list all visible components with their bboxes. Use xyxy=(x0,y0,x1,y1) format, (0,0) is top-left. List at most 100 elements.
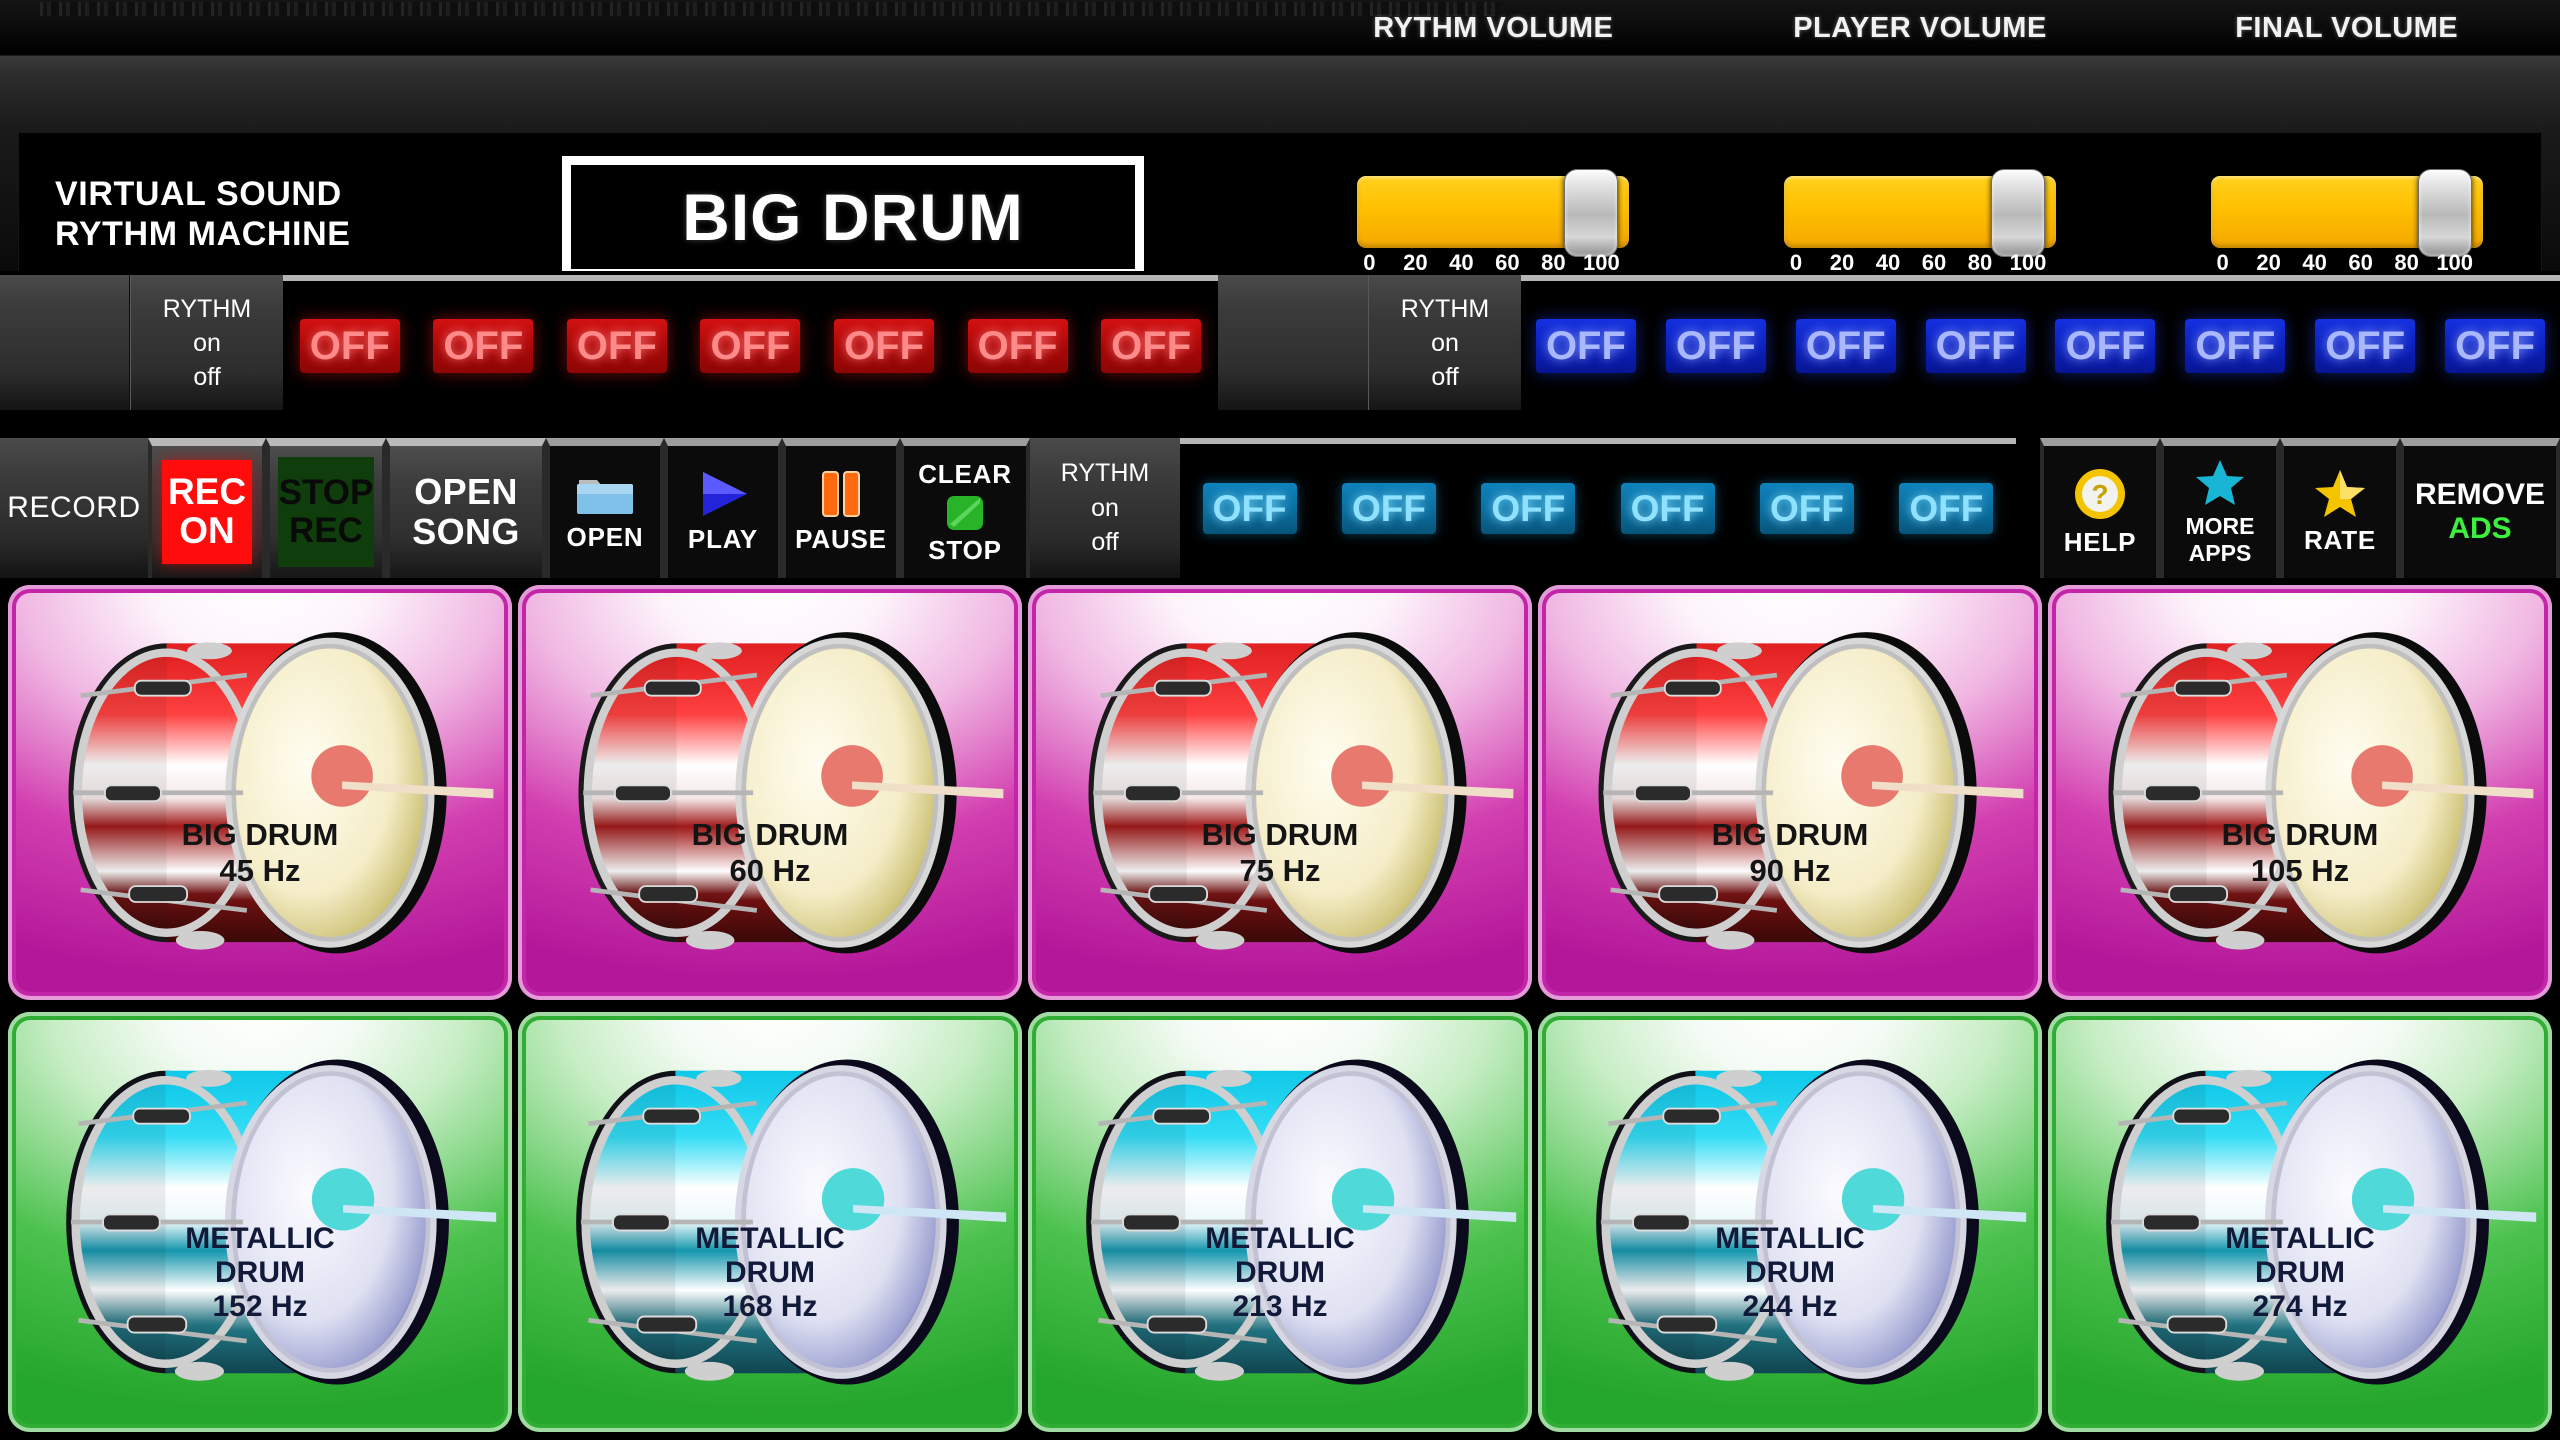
play-button[interactable]: PLAY xyxy=(664,438,782,578)
rythm-step-red-1[interactable]: OFF xyxy=(299,318,400,373)
final-volume-track[interactable] xyxy=(2210,169,2483,257)
step-cyan-5[interactable]: OFF xyxy=(1759,483,1854,534)
rate-button[interactable]: RATE xyxy=(2280,438,2400,578)
rythm-toggle-control-on: on xyxy=(1091,493,1119,522)
star-gold-icon xyxy=(2313,468,2367,520)
record-label-cell: RECORD xyxy=(0,438,148,578)
pad-big-drum-4[interactable]: BIG DRUM 90 Hz xyxy=(1538,585,2042,1000)
rythm-toggle-right-on: on xyxy=(1431,328,1459,357)
rythm-toggle-left-on: on xyxy=(193,328,221,357)
header-band: VIRTUAL SOUND RYTHM MACHINE BIG DRUM 0 2… xyxy=(0,56,2560,302)
rythm-step-blue-6[interactable]: OFF xyxy=(2185,318,2286,373)
volume-labels: RYTHM VOLUME PLAYER VOLUME FINAL VOLUME xyxy=(1280,0,2560,56)
rythm-toggle-left-off: off xyxy=(193,362,221,391)
rythm-volume-label: RYTHM VOLUME xyxy=(1373,11,1614,44)
pad-metallic-drum-4[interactable]: METALLIC DRUM 244 Hz xyxy=(1538,1012,2042,1432)
app-title: VIRTUAL SOUND RYTHM MACHINE xyxy=(55,174,351,254)
cyan-step-bank: OFF OFF OFF OFF OFF OFF xyxy=(1180,438,2016,573)
rythm-step-red-4[interactable]: OFF xyxy=(700,318,801,373)
remove-ads-line2: ADS xyxy=(2448,512,2512,545)
remove-ads-line1: REMOVE xyxy=(2414,477,2546,511)
help-label: HELP xyxy=(2063,527,2137,557)
metallic-drum-illustration xyxy=(2106,1059,2537,1385)
pad-metallic-drum-5[interactable]: METALLIC DRUM 274 Hz xyxy=(2048,1012,2552,1432)
transport-control-row: RECORD REC ON STOP REC OPEN SONG OPEN PL… xyxy=(0,434,2560,582)
rythm-step-red-6[interactable]: OFF xyxy=(967,318,1068,373)
rythm-step-row: RYTHM on off OFF OFF OFF OFF OFF OFF OFF… xyxy=(0,271,2560,418)
rythm-red-step-bank: OFF OFF OFF OFF OFF OFF OFF xyxy=(283,275,1218,410)
rythm-toggle-left[interactable]: RYTHM on off xyxy=(130,275,283,410)
rythm-step-blue-5[interactable]: OFF xyxy=(2055,318,2156,373)
pause-button[interactable]: PAUSE xyxy=(782,438,900,578)
rythm-step-blue-7[interactable]: OFF xyxy=(2315,318,2416,373)
metallic-drum-illustration xyxy=(1596,1059,2027,1385)
rythm-step-red-5[interactable]: OFF xyxy=(834,318,935,373)
step-cyan-2[interactable]: OFF xyxy=(1342,483,1436,534)
rythm-toggle-right[interactable]: RYTHM on off xyxy=(1368,275,1521,410)
big-drum-illustration xyxy=(68,631,494,954)
big-drum-illustration xyxy=(2108,631,2534,954)
big-drum-logo-text: BIG DRUM xyxy=(682,180,1024,254)
rythm-step-red-3[interactable]: OFF xyxy=(566,318,667,373)
rythm-step-red-7[interactable]: OFF xyxy=(1101,318,1202,373)
final-volume-label: FINAL VOLUME xyxy=(2235,11,2459,44)
rec-on-line1: REC xyxy=(167,471,247,513)
rythm-step-blue-2[interactable]: OFF xyxy=(1665,318,1766,373)
open-song-line1: OPEN xyxy=(414,470,518,512)
folder-icon xyxy=(576,471,634,517)
rythm-step-blue-4[interactable]: OFF xyxy=(1925,318,2026,373)
rythm-toggle-left-title: RYTHM xyxy=(162,294,252,323)
clear-stop-button[interactable]: CLEAR STOP xyxy=(900,438,1030,578)
play-triangle-icon xyxy=(695,469,751,519)
player-volume-track[interactable] xyxy=(1784,169,2056,257)
clear-stop-line2: STOP xyxy=(928,534,1002,565)
stop-rec-line1: STOP xyxy=(278,472,374,512)
rythm-toggle-control[interactable]: RYTHM on off xyxy=(1030,438,1180,578)
rec-on-button[interactable]: REC ON xyxy=(148,438,266,578)
stop-square-icon xyxy=(944,494,986,532)
pad-big-drum-2[interactable]: BIG DRUM 60 Hz xyxy=(518,585,1022,1000)
app-title-line2: RYTHM MACHINE xyxy=(55,215,351,254)
open-button[interactable]: OPEN xyxy=(546,438,664,578)
rec-on-indicator[interactable]: REC ON xyxy=(161,460,253,564)
pad-metallic-drum-3[interactable]: METALLIC DRUM 213 Hz xyxy=(1028,1012,1532,1432)
metallic-drum-illustration xyxy=(576,1059,1007,1385)
step-cyan-4[interactable]: OFF xyxy=(1620,483,1715,534)
stop-rec-button[interactable]: STOP REC xyxy=(266,438,386,578)
pad-big-drum-1[interactable]: BIG DRUM 45 Hz xyxy=(8,585,512,1000)
more-apps-button[interactable]: MORE APPS xyxy=(2160,438,2280,578)
step-cyan-1[interactable]: OFF xyxy=(1202,483,1297,534)
rythm-volume-track[interactable] xyxy=(1357,169,1630,257)
more-apps-line1: MORE xyxy=(2185,513,2255,540)
step-cyan-3[interactable]: OFF xyxy=(1481,483,1576,534)
big-drum-illustration xyxy=(1598,631,2024,954)
player-volume-knob[interactable] xyxy=(1991,169,2045,257)
rythm-toggle-control-title: RYTHM xyxy=(1060,459,1150,488)
stop-rec-line2: REC xyxy=(289,511,363,550)
rythm-step-blue-8[interactable]: OFF xyxy=(2445,318,2546,373)
rythm-row-mid-rail xyxy=(1218,275,1368,410)
help-button[interactable]: ? HELP xyxy=(2040,438,2160,578)
pad-metallic-drum-1[interactable]: METALLIC DRUM 152 Hz xyxy=(8,1012,512,1432)
top-status-strip: RYTHM VOLUME PLAYER VOLUME FINAL VOLUME xyxy=(0,0,2560,56)
open-song-button[interactable]: OPEN SONG xyxy=(386,438,546,578)
pad-metallic-drum-2[interactable]: METALLIC DRUM 168 Hz xyxy=(518,1012,1022,1432)
rythm-step-blue-1[interactable]: OFF xyxy=(1535,318,1636,373)
app-title-line1: VIRTUAL SOUND xyxy=(55,175,342,213)
remove-ads-button[interactable]: REMOVE ADS xyxy=(2400,438,2560,578)
final-volume-knob[interactable] xyxy=(2417,169,2472,257)
step-cyan-6[interactable]: OFF xyxy=(1899,483,1994,534)
rythm-step-blue-3[interactable]: OFF xyxy=(1795,318,1896,373)
rythm-toggle-right-title: RYTHM xyxy=(1400,294,1490,323)
rythm-toggle-right-off: off xyxy=(1431,362,1459,391)
rythm-volume-knob[interactable] xyxy=(1564,169,1619,257)
pad-big-drum-3[interactable]: BIG DRUM 75 Hz xyxy=(1028,585,1532,1000)
record-label: RECORD xyxy=(7,491,141,524)
pad-big-drum-5[interactable]: BIG DRUM 105 Hz xyxy=(2048,585,2552,1000)
stop-rec-indicator[interactable]: STOP REC xyxy=(277,457,375,567)
metallic-drum-illustration xyxy=(1086,1059,1517,1385)
play-label: PLAY xyxy=(687,524,759,554)
rec-on-line2: ON xyxy=(179,510,235,551)
rythm-step-red-2[interactable]: OFF xyxy=(433,318,534,373)
pause-label: PAUSE xyxy=(795,524,887,554)
